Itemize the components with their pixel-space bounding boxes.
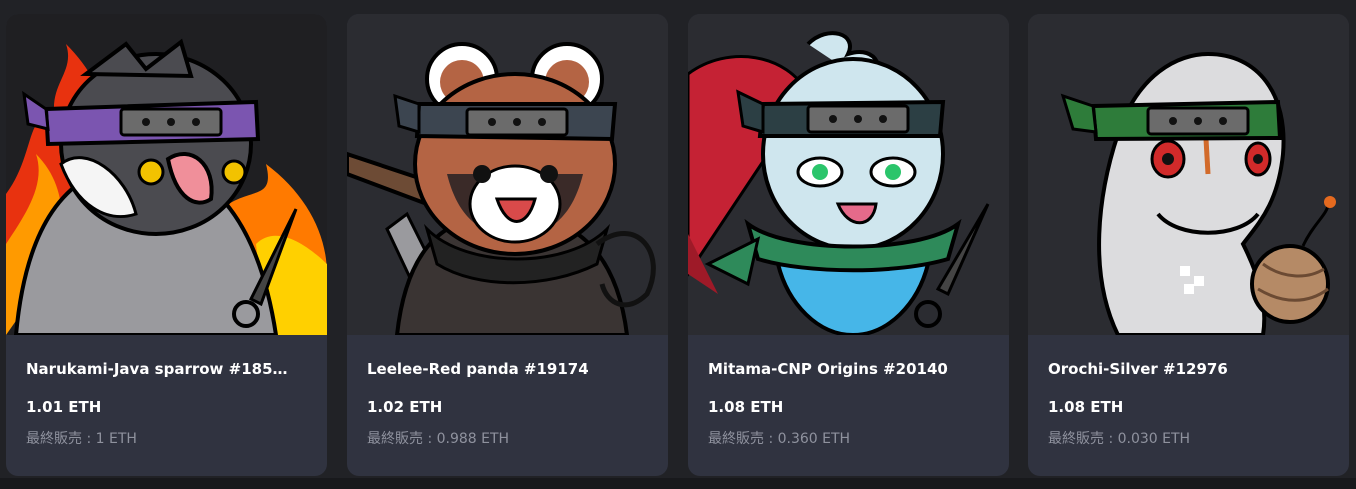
nft-card[interactable]: Orochi-Silver #12976 1.08 ETH 最終販売 : 0.0… bbox=[1028, 14, 1349, 476]
nft-last-sale: 最終販売 : 1 ETH bbox=[26, 431, 137, 447]
nft-price: 1.08 ETH bbox=[708, 398, 784, 416]
nft-image-ghost[interactable] bbox=[688, 14, 1009, 335]
nft-image-red-panda[interactable] bbox=[347, 14, 668, 335]
nft-card[interactable]: Narukami-Java sparrow #185… 1.01 ETH 最終販… bbox=[6, 14, 327, 476]
nft-title[interactable]: Narukami-Java sparrow #185… bbox=[26, 359, 311, 379]
nft-image-silver-snake[interactable] bbox=[1028, 14, 1349, 335]
nft-card[interactable]: Leelee-Red panda #19174 1.02 ETH 最終販売 : … bbox=[347, 14, 668, 476]
nft-last-sale: 最終販売 : 0.030 ETH bbox=[1048, 431, 1191, 447]
nft-card[interactable]: Mitama-CNP Origins #20140 1.08 ETH 最終販売 … bbox=[688, 14, 1009, 476]
nft-card-grid: Narukami-Java sparrow #185… 1.01 ETH 最終販… bbox=[0, 0, 1356, 489]
nft-price: 1.02 ETH bbox=[367, 398, 443, 416]
bottom-divider bbox=[0, 478, 1356, 489]
nft-last-sale: 最終販売 : 0.360 ETH bbox=[708, 431, 851, 447]
nft-title[interactable]: Orochi-Silver #12976 bbox=[1048, 359, 1333, 379]
nft-price: 1.01 ETH bbox=[26, 398, 102, 416]
nft-last-sale: 最終販売 : 0.988 ETH bbox=[367, 431, 510, 447]
nft-image-java-sparrow[interactable] bbox=[6, 14, 327, 335]
nft-title[interactable]: Mitama-CNP Origins #20140 bbox=[708, 359, 993, 379]
nft-price: 1.08 ETH bbox=[1048, 398, 1124, 416]
nft-title[interactable]: Leelee-Red panda #19174 bbox=[367, 359, 652, 379]
